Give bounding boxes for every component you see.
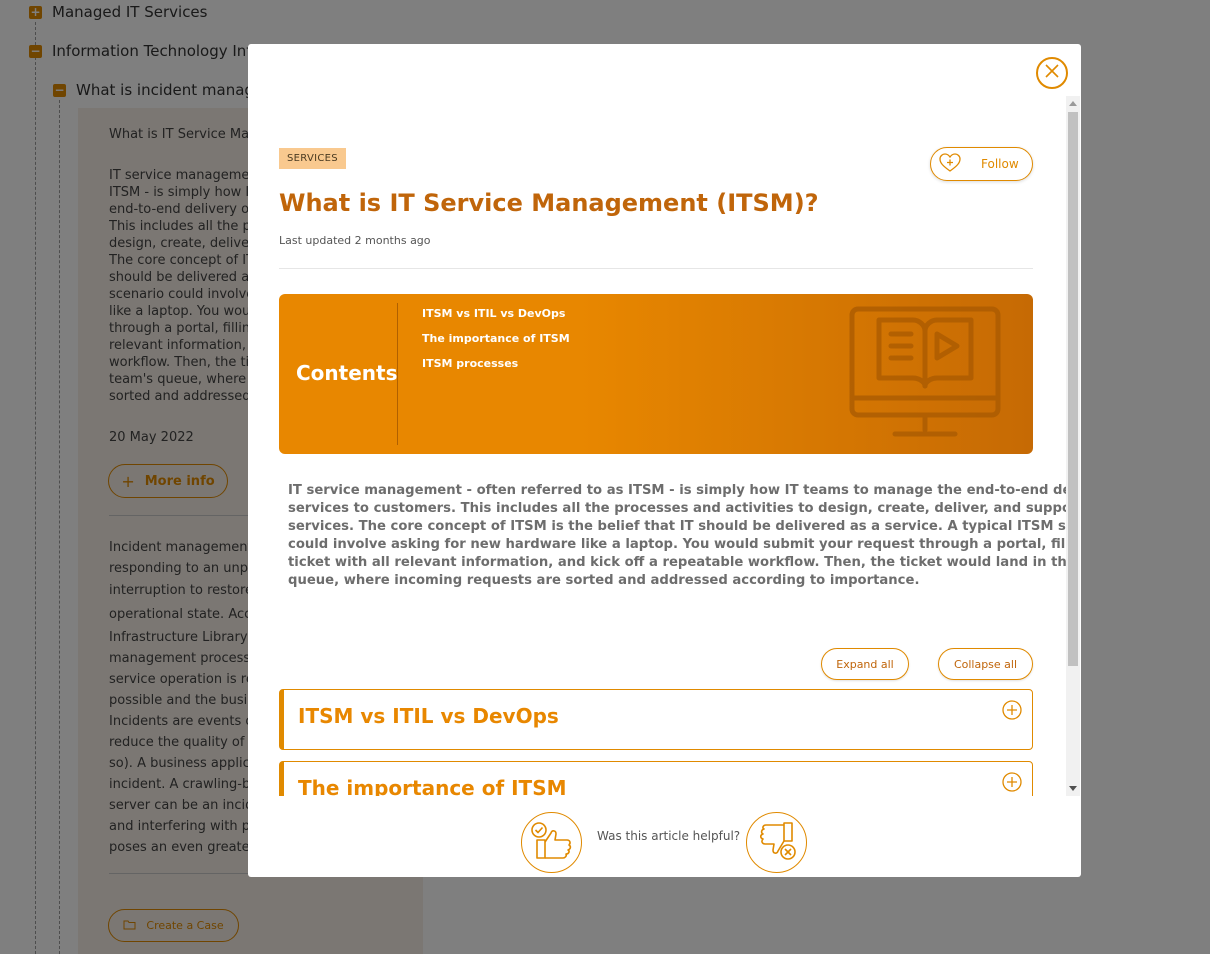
accordion-title: ITSM vs ITIL vs DevOps <box>298 704 559 728</box>
scrollbar-thumb[interactable] <box>1068 112 1078 666</box>
accordion-item[interactable]: ITSM vs ITIL vs DevOps <box>279 689 1033 750</box>
article-body: IT service management - often referred t… <box>288 482 1066 590</box>
vertical-scrollbar[interactable] <box>1066 96 1080 796</box>
plus-circle-icon[interactable] <box>1002 772 1022 796</box>
expand-all-label: Expand all <box>836 657 894 671</box>
thumbs-down-button[interactable] <box>746 812 807 873</box>
follow-button[interactable]: Follow <box>930 147 1033 181</box>
close-button[interactable] <box>1036 57 1068 89</box>
thumbs-up-button[interactable] <box>521 812 582 873</box>
feedback-footer: Was this article helpful? <box>248 796 1081 877</box>
category-tag: SERVICES <box>279 148 346 169</box>
heart-plus-icon <box>939 152 961 176</box>
contents-link[interactable]: ITSM processes <box>422 356 570 371</box>
scroll-up-arrow[interactable] <box>1069 101 1077 106</box>
thumbs-down-icon <box>754 820 800 866</box>
book-monitor-icon <box>849 306 1001 444</box>
thumbs-up-icon <box>529 821 575 865</box>
scroll-down-arrow[interactable] <box>1069 786 1077 791</box>
article-body-line: services to customers. This includes all… <box>288 501 1066 516</box>
article-scroll-area[interactable]: SERVICES Follow What is IT Service Manag… <box>248 96 1066 796</box>
accordion-title: The importance of ITSM <box>298 776 567 796</box>
contents-divider <box>397 303 398 445</box>
contents-links: ITSM vs ITIL vs DevOps The importance of… <box>422 306 570 381</box>
article-title: What is IT Service Management (ITSM)? <box>279 189 819 217</box>
follow-label: Follow <box>981 157 1019 171</box>
close-icon <box>1044 63 1060 83</box>
plus-circle-icon[interactable] <box>1002 700 1022 724</box>
expand-all-button[interactable]: Expand all <box>821 648 909 680</box>
collapse-all-button[interactable]: Collapse all <box>938 648 1033 680</box>
collapse-all-label: Collapse all <box>953 657 1018 671</box>
last-updated: Last updated 2 months ago <box>279 234 431 247</box>
article-body-line: queue, where incoming requests are sorte… <box>288 573 920 588</box>
helpful-question: Was this article helpful? <box>597 829 741 843</box>
article-body-line: ticket with all relevant information, an… <box>288 555 1066 570</box>
article-body-line: services. The core concept of ITSM is th… <box>288 519 1066 534</box>
article-body-line: IT service management - often referred t… <box>288 483 1066 498</box>
contents-heading: Contents <box>296 361 398 385</box>
article-body-line: could involve asking for new hardware li… <box>288 537 1066 552</box>
divider <box>279 268 1033 269</box>
contents-link[interactable]: The importance of ITSM <box>422 331 570 346</box>
contents-link[interactable]: ITSM vs ITIL vs DevOps <box>422 306 570 321</box>
contents-banner: Contents ITSM vs ITIL vs DevOps The impo… <box>279 294 1033 454</box>
article-modal: SERVICES Follow What is IT Service Manag… <box>248 44 1081 877</box>
accordion-item[interactable]: The importance of ITSM <box>279 761 1033 796</box>
